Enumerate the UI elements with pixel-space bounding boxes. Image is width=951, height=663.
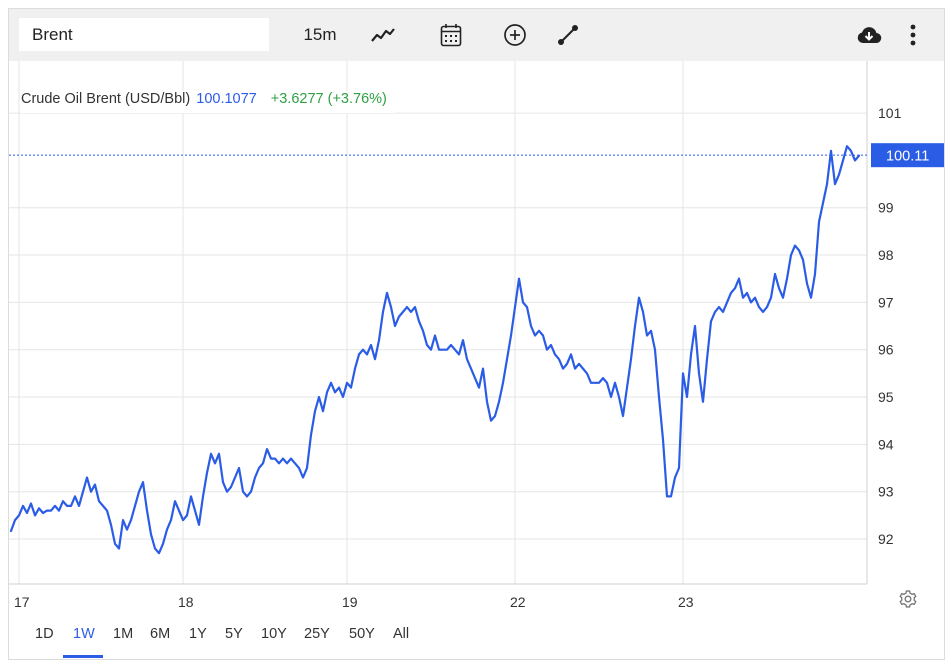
period-1m[interactable]: 1M	[113, 626, 133, 642]
period-6m[interactable]: 6M	[150, 626, 170, 642]
draw-tool-button[interactable]	[555, 20, 581, 50]
y-tick-label: 95	[878, 389, 894, 405]
more-vertical-icon	[910, 24, 916, 46]
chart-area[interactable]: 92 93 94 95 96 97 98 99 101 17 18 19 22 23 100.11 Cru…	[9, 61, 944, 611]
period-all[interactable]: All	[393, 626, 409, 642]
cloud-download-icon	[857, 27, 882, 44]
toolbar: 15m	[9, 9, 944, 61]
period-selector: 1D 1W 1M 6M 1Y 5Y 10Y 25Y 50Y All	[9, 615, 944, 661]
axes: 92 93 94 95 96 97 98 99 101 17 18 19 22 23	[9, 61, 902, 610]
chart-widget: 15m	[8, 8, 945, 660]
period-1d[interactable]: 1D	[35, 626, 54, 642]
y-tick-label: 101	[878, 105, 902, 121]
chart-settings-button[interactable]	[898, 589, 918, 609]
period-50y[interactable]: 50Y	[349, 626, 375, 642]
x-tick-label: 23	[678, 594, 694, 610]
period-10y[interactable]: 10Y	[261, 626, 287, 642]
period-25y[interactable]: 25Y	[304, 626, 330, 642]
price-tag-layer: 100.11	[9, 143, 944, 168]
x-tick-label: 22	[510, 594, 526, 610]
interval-button[interactable]: 15m	[295, 20, 345, 50]
line-chart-icon	[371, 28, 395, 42]
y-tick-label: 98	[878, 247, 894, 263]
download-button[interactable]	[854, 20, 884, 50]
y-tick-label: 99	[878, 200, 894, 216]
x-tick-label: 19	[342, 594, 358, 610]
x-tick-label: 17	[14, 594, 30, 610]
y-tick-label: 93	[878, 484, 894, 500]
period-1w[interactable]: 1W	[73, 626, 95, 642]
symbol-input[interactable]	[19, 18, 269, 51]
chart-legend: Crude Oil Brent (USD/Bbl) 100.1077 +3.62…	[21, 91, 395, 113]
calendar-icon	[440, 24, 462, 47]
legend-price: 100.1077	[196, 91, 257, 107]
y-tick-label: 97	[878, 294, 894, 310]
legend-symbol-name: Crude Oil Brent (USD/Bbl)	[21, 91, 191, 107]
draw-line-icon	[558, 25, 578, 45]
period-1y[interactable]: 1Y	[189, 626, 207, 642]
more-options-button[interactable]	[903, 20, 923, 50]
plus-circle-icon	[504, 24, 526, 46]
date-range-button[interactable]	[438, 20, 464, 50]
period-5y[interactable]: 5Y	[225, 626, 243, 642]
add-indicator-button[interactable]	[502, 20, 528, 50]
current-price-tag-label: 100.11	[886, 149, 929, 165]
active-period-indicator	[63, 655, 103, 658]
y-tick-label: 96	[878, 342, 894, 358]
y-tick-label: 94	[878, 436, 894, 452]
legend-change: +3.6277 (+3.76%)	[270, 91, 387, 107]
price-chart[interactable]: 92 93 94 95 96 97 98 99 101 17 18 19 22 23 100.11	[9, 61, 944, 611]
gear-icon	[899, 590, 917, 608]
grid-lines	[9, 61, 867, 584]
y-tick-label: 92	[878, 531, 894, 547]
chart-type-button[interactable]	[368, 20, 398, 50]
x-tick-label: 18	[178, 594, 194, 610]
